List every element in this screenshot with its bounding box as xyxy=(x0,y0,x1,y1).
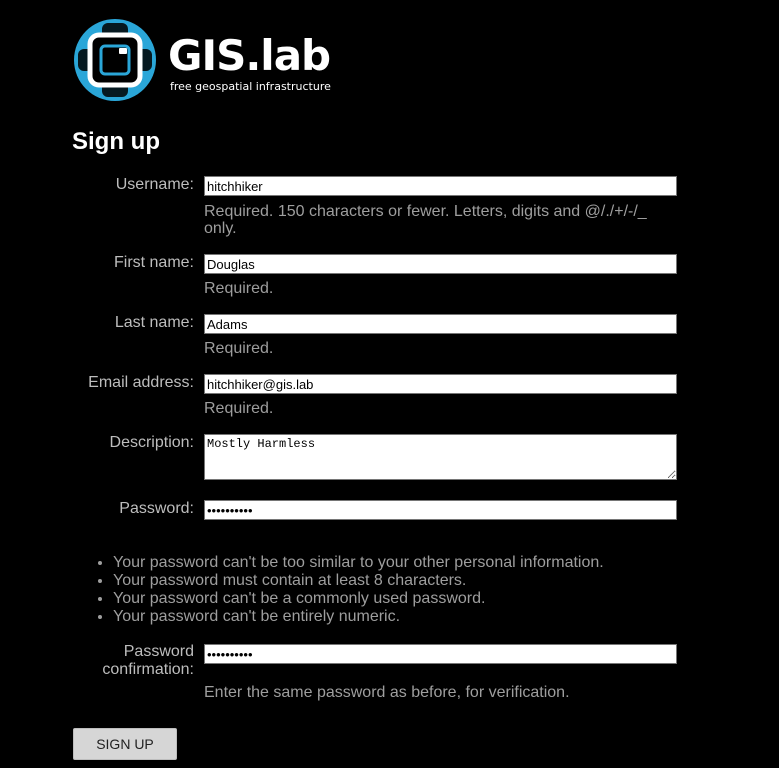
password-label: Password: xyxy=(119,500,194,517)
description-label: Description: xyxy=(109,434,194,451)
gis-lab-logo: GIS.lab free geospatial infrastructure xyxy=(72,19,362,101)
password-confirmation-label-line2: confirmation: xyxy=(102,661,194,678)
password-field[interactable] xyxy=(204,500,677,520)
description-textarea[interactable]: Mostly Harmless xyxy=(204,434,677,480)
username-field[interactable] xyxy=(204,176,677,196)
brand-title: GIS.lab xyxy=(168,31,331,80)
first-name-help: Required. xyxy=(204,280,274,297)
gis-lab-logo-icon xyxy=(74,19,156,101)
last-name-field[interactable] xyxy=(204,314,677,334)
password-rule-item: Your password can't be entirely numeric. xyxy=(113,608,604,626)
password-rule-item: Your password can't be too similar to yo… xyxy=(113,554,604,572)
password-rules-list: Your password can't be too similar to yo… xyxy=(95,554,604,626)
password-confirmation-field[interactable] xyxy=(204,644,677,664)
email-label: Email address: xyxy=(88,374,194,391)
brand-tagline: free geospatial infrastructure xyxy=(170,80,331,93)
first-name-field[interactable] xyxy=(204,254,677,274)
password-rule-item: Your password must contain at least 8 ch… xyxy=(113,572,604,590)
password-rule-item: Your password can't be a commonly used p… xyxy=(113,590,604,608)
password-confirmation-label: Password confirmation: xyxy=(54,643,194,679)
email-help: Required. xyxy=(204,400,274,417)
page-title: Sign up xyxy=(72,128,160,155)
email-field[interactable] xyxy=(204,374,677,394)
password-confirmation-label-line1: Password xyxy=(123,643,194,660)
last-name-label: Last name: xyxy=(114,314,194,331)
last-name-help: Required. xyxy=(204,340,274,357)
first-name-label: First name: xyxy=(113,254,194,271)
password-confirmation-help: Enter the same password as before, for v… xyxy=(204,684,570,701)
sign-up-button[interactable]: SIGN UP xyxy=(73,728,177,760)
username-help: Required. 150 characters or fewer. Lette… xyxy=(204,203,647,237)
username-label: Username: xyxy=(115,176,194,193)
